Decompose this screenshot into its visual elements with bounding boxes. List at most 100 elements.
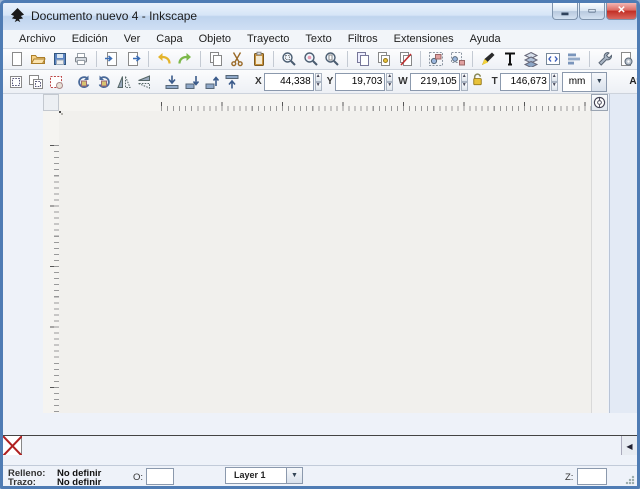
lower-to-bottom-button[interactable] [163, 72, 181, 92]
layer-name[interactable]: Layer 1 [225, 467, 287, 484]
ungroup-button[interactable] [448, 49, 468, 69]
selected-image-object[interactable] [59, 111, 61, 113]
raise-to-top-button[interactable] [223, 72, 241, 92]
unlink-clone-button[interactable] [396, 49, 416, 69]
no-color-swatch[interactable] [3, 436, 22, 456]
menu-objeto[interactable]: Objeto [191, 31, 239, 47]
document-print-icon [75, 53, 88, 65]
import-icon [104, 52, 117, 66]
toolbar-separator [588, 51, 590, 67]
duplicate-button[interactable] [353, 49, 373, 69]
maximize-button[interactable]: ▭ [579, 3, 605, 20]
xml-editor-button[interactable] [543, 49, 563, 69]
export-icon [128, 52, 141, 66]
palette-more-button[interactable]: ◀ [621, 436, 637, 456]
stroke-value[interactable]: No definir [57, 477, 101, 486]
field-x[interactable] [263, 72, 314, 91]
unit-dropdown-arrow[interactable]: ▼ [591, 72, 607, 91]
text-dialog-button[interactable] [500, 49, 520, 69]
close-button[interactable]: ✕ [606, 3, 637, 20]
preferences-button[interactable] [595, 49, 615, 69]
group-icon [429, 52, 444, 66]
horizontal-ruler[interactable] [59, 94, 591, 112]
resize-grip[interactable] [625, 475, 635, 485]
opacity-field[interactable] [146, 468, 174, 485]
document-save-button[interactable] [50, 49, 70, 69]
menu-ver[interactable]: Ver [116, 31, 149, 47]
current-layer-selector[interactable]: Layer 1 ▼ [225, 467, 303, 484]
zoom-field[interactable] [577, 468, 607, 485]
field-x-spinner-up[interactable]: ▲ [314, 72, 322, 82]
select-all-layers-button[interactable] [27, 72, 45, 92]
canvas[interactable] [59, 111, 591, 413]
field-y-spinner-up[interactable]: ▲ [386, 72, 394, 82]
minimize-button[interactable]: ▂ [552, 3, 578, 20]
select-all-button[interactable] [7, 72, 25, 92]
layers-dialog-button[interactable] [521, 49, 541, 69]
field-y[interactable] [335, 72, 386, 91]
cut-button[interactable] [227, 49, 247, 69]
export-button[interactable] [124, 49, 144, 69]
lock-ratio-toggle[interactable] [470, 72, 485, 92]
field-x-spinner[interactable]: ▲ ▼ [314, 72, 322, 91]
field-w-spinner-up[interactable]: ▲ [460, 72, 468, 82]
field-y-spinner-down[interactable]: ▼ [386, 81, 394, 91]
import-button[interactable] [102, 49, 122, 69]
redo-button[interactable] [175, 49, 195, 69]
menu-trayecto[interactable]: Trayecto [239, 31, 297, 47]
paste-button[interactable] [249, 49, 269, 69]
field-w-spinner-down[interactable]: ▼ [460, 81, 468, 91]
field-w-spinner[interactable]: ▲ ▼ [460, 72, 468, 91]
deselect-icon [50, 75, 63, 89]
no-color-x-icon [3, 436, 22, 456]
layers-dialog-icon [523, 51, 539, 67]
document-properties-button[interactable] [616, 49, 636, 69]
flip-horizontal-button[interactable] [115, 72, 133, 92]
cms-adjust-button[interactable] [591, 94, 608, 111]
fill-stroke-dialog-button[interactable] [478, 49, 498, 69]
menu-filtros[interactable]: Filtros [340, 31, 386, 47]
unit-selector[interactable]: mm ▼ [561, 71, 608, 92]
field-t[interactable] [499, 72, 550, 91]
undo-icon [157, 53, 171, 64]
menu-edición[interactable]: Edición [64, 31, 116, 47]
document-properties-icon [621, 52, 633, 66]
document-new-button[interactable] [7, 49, 27, 69]
undo-button[interactable] [154, 49, 174, 69]
vertical-ruler[interactable] [43, 111, 60, 413]
field-t-spinner-down[interactable]: ▼ [550, 81, 558, 91]
zoom-drawing-button[interactable] [301, 49, 321, 69]
field-w[interactable] [409, 72, 460, 91]
field-y-spinner[interactable]: ▲ ▼ [386, 72, 394, 91]
menu-texto[interactable]: Texto [297, 31, 339, 47]
layer-dropdown-arrow[interactable]: ▼ [287, 467, 303, 484]
tool-controls-toolbar: X▲▼Y▲▼W▲▼T▲▼mm▼Afectar:» [3, 70, 637, 94]
align-dialog-button[interactable] [564, 49, 584, 69]
rotate-cw-icon [98, 75, 110, 88]
menu-ayuda[interactable]: Ayuda [462, 31, 509, 47]
field-t-spinner-up[interactable]: ▲ [550, 72, 558, 82]
menu-capa[interactable]: Capa [148, 31, 190, 47]
raise-button[interactable] [203, 72, 221, 92]
group-button[interactable] [426, 49, 446, 69]
zoom-page-button[interactable] [322, 49, 342, 69]
titlebar[interactable]: Documento nuevo 4 - Inkscape ▂ ▭ ✕ [3, 3, 637, 31]
copy-button[interactable] [206, 49, 226, 69]
rotate-ccw-button[interactable] [75, 72, 93, 92]
vertical-scrollbar[interactable] [591, 111, 608, 413]
document-print-button[interactable] [72, 49, 92, 69]
menu-archivo[interactable]: Archivo [11, 31, 64, 47]
zoom-selection-button[interactable] [279, 49, 299, 69]
field-label-w: W [398, 76, 408, 87]
lower-button[interactable] [183, 72, 201, 92]
field-t-spinner[interactable]: ▲ ▼ [550, 72, 558, 91]
menu-extensiones[interactable]: Extensiones [386, 31, 462, 47]
flip-vertical-button[interactable] [135, 72, 153, 92]
unit-value: mm [568, 76, 586, 87]
clone-button[interactable] [374, 49, 394, 69]
palette-scrollbar[interactable] [3, 455, 637, 465]
field-x-spinner-down[interactable]: ▼ [314, 81, 322, 91]
rotate-cw-button[interactable] [95, 72, 113, 92]
document-open-button[interactable] [29, 49, 49, 69]
deselect-button[interactable] [47, 72, 65, 92]
